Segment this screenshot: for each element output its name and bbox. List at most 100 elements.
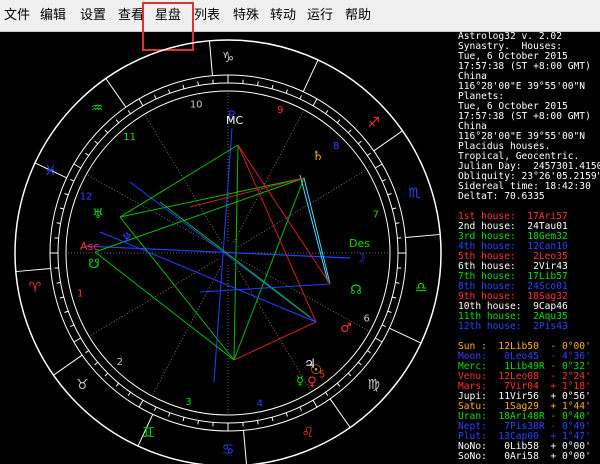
aspect-line (237, 144, 317, 323)
degree-tick (381, 179, 386, 182)
zodiac-sign-glyph: ♉ (76, 377, 89, 393)
degree-tick (115, 119, 120, 124)
aspect-lines (94, 144, 331, 361)
mc-label: MC (226, 114, 243, 127)
zodiac-sign-glyph: ♍ (367, 377, 380, 393)
degree-tick (56, 222, 61, 224)
degree-tick (257, 81, 259, 86)
menu-rotate[interactable]: 转动 (270, 8, 296, 24)
house-number: 9 (277, 105, 283, 116)
menu-list[interactable]: 列表 (194, 8, 220, 24)
degree-tick (336, 119, 341, 124)
degree-tick (182, 417, 185, 422)
house-number: 4 (257, 399, 263, 410)
sign-divider (302, 59, 319, 92)
menu-chart[interactable]: 星盘 (155, 8, 181, 24)
zodiac-sign-glyph: ♋ (222, 442, 235, 458)
house-number: 1 (77, 289, 83, 300)
planet-glyph: ☋ (88, 257, 100, 272)
menu-settings[interactable]: 设置 (80, 8, 106, 24)
house-cusp-lines (66, 91, 390, 415)
aspect-line (199, 283, 331, 293)
house-number: 7 (373, 209, 379, 220)
degree-tick (85, 350, 90, 354)
degree-tick (285, 89, 288, 94)
degree-tick (168, 89, 171, 94)
degree-tick (325, 391, 329, 396)
menu-bar: 文件 编辑 设置 查看 星盘 列表 特殊 转动 运行 帮助 (0, 0, 600, 32)
degree-tick (127, 110, 131, 115)
house-cusp-line (151, 263, 223, 397)
degree-tick (357, 361, 362, 366)
degree-tick (56, 282, 61, 284)
degree-tick (73, 163, 82, 169)
house-number: 12 (80, 192, 93, 203)
degree-tick (127, 391, 131, 396)
house-number: 8 (333, 141, 339, 152)
house-cusp-line (86, 174, 218, 248)
info-panel: Astrolog32 v. 2.02 Synastry. Houses: Tue, … (456, 32, 600, 464)
degree-tick (325, 110, 329, 115)
degree-tick (154, 95, 157, 100)
degree-tick (312, 399, 318, 408)
degree-tick (59, 296, 64, 299)
menu-special[interactable]: 特殊 (233, 8, 259, 24)
degree-tick (197, 81, 199, 86)
zodiac-sign-glyph: ♐ (367, 115, 380, 131)
planet-glyph: ☽ (354, 251, 366, 266)
degree-tick (299, 95, 302, 100)
planet-glyph: ♆ (121, 231, 133, 246)
degree-tick (70, 324, 75, 327)
degree-tick (104, 129, 109, 134)
zodiac-sign-glyph: ♏ (408, 185, 421, 201)
degree-tick (271, 417, 274, 422)
degree-tick (70, 179, 75, 182)
sign-divider (105, 78, 127, 108)
degree-tick (381, 324, 386, 327)
degree-tick (392, 207, 397, 210)
degree-tick (312, 98, 318, 107)
sign-divider (405, 233, 441, 238)
degree-tick (374, 163, 383, 169)
zodiac-sign-glyph: ♊ (142, 425, 155, 441)
aspect-line (189, 177, 305, 208)
menu-view[interactable]: 查看 (118, 8, 144, 24)
degree-tick (104, 372, 109, 377)
degree-tick (85, 152, 90, 156)
sign-divider (208, 40, 213, 76)
menu-edit[interactable]: 编辑 (40, 8, 66, 24)
menu-file[interactable]: 文件 (4, 8, 30, 24)
zodiac-sign-glyph: ♓ (44, 163, 57, 179)
zodiac-sign-glyph: ♎ (415, 280, 428, 296)
asc-label: Asc (80, 240, 99, 253)
sign-divider (243, 430, 247, 464)
house-number: 2 (117, 357, 123, 368)
house-number: 6 (363, 314, 369, 325)
degree-tick (299, 406, 302, 411)
zodiac-sign-glyph: ♒ (91, 100, 104, 116)
planet-glyph: ♃ (304, 357, 316, 372)
degree-tick (197, 420, 199, 425)
degree-tick (387, 193, 392, 196)
degree-tick (395, 222, 400, 224)
menu-help[interactable]: 帮助 (345, 8, 371, 24)
house-cusp-row: 12th house: 2Pis43 (458, 321, 568, 332)
planet-position-row: SoNo: 0Ari58 + 0°00' (458, 451, 591, 462)
degree-tick (168, 412, 171, 417)
house-cusp-line (233, 263, 312, 393)
degree-tick (395, 282, 400, 284)
degree-tick (366, 152, 371, 156)
degree-tick (138, 399, 144, 408)
degree-tick (374, 337, 383, 343)
sign-divider (53, 354, 83, 376)
menu-run[interactable]: 运行 (307, 8, 333, 24)
planet-glyph: ☊ (350, 283, 362, 298)
zodiac-sign-glyph: ♑ (222, 50, 235, 66)
astrology-chart-wheel: ♈♉♊♋♌♍♎♏♐♑♒♓ 123 456789101112 ♀☿☉♃♂♆♅♄☽♇☊… (14, 39, 442, 464)
planet-glyph: ♂ (340, 321, 352, 336)
degree-tick (182, 84, 185, 89)
aspect-line (237, 144, 331, 285)
degree-tick (347, 129, 352, 134)
zodiac-sign-glyph: ♌ (301, 425, 314, 441)
degree-tick (64, 193, 69, 196)
